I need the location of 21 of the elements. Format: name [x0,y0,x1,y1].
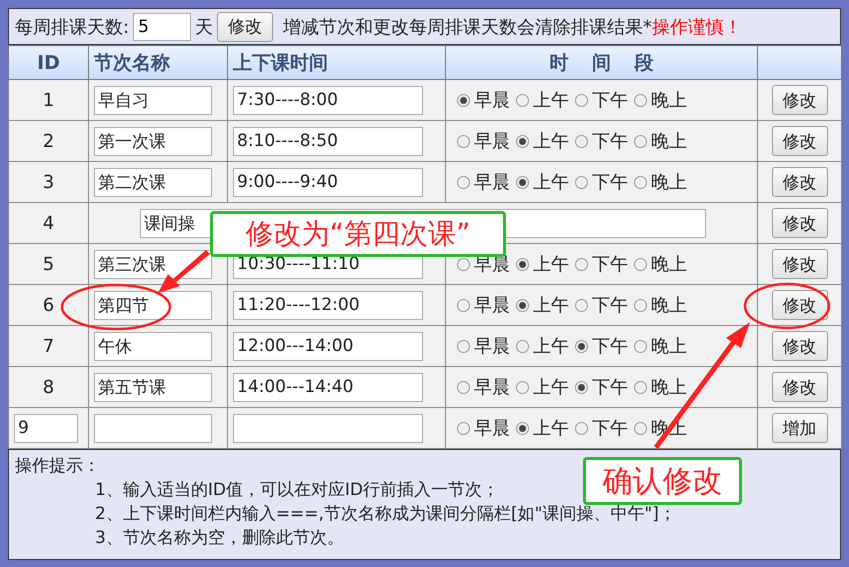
id-text: 4 [42,212,54,234]
column-header: 时 间 段 [446,46,758,80]
column-header: ID [8,46,88,80]
id-text: 1 [42,90,54,110]
id-text: 7 [42,336,54,356]
unit-label: 天 [195,16,214,38]
id-text: 8 [42,376,54,398]
id-text: 2 [42,130,54,152]
warning-text: 增减节次和更改每周排课天数会清除排课结果*操作谨慎！ [282,16,742,38]
days-label: 每周排课天数: [15,16,130,38]
annotation-tooltip: 修改为“第四次课” [210,211,506,257]
id-text: 6 [42,294,54,316]
column-header: 节次名称 [88,46,228,80]
tip-text: 2、上下课时间栏内输入===,节次名称成为课间分隔栏[如"课间操、中午"]； [94,503,676,526]
id-text: 3 [42,172,54,192]
tips-title: 操作提示： [15,455,100,478]
tip-text: 1、输入适当的ID值，可以在对应ID行前插入一节次； [94,479,500,502]
column-header: 上下课时间 [228,46,446,80]
annotation-tooltip: 确认修改 [583,457,742,505]
id-text: 5 [42,254,54,274]
tip-text: 3、节次名称为空，删除此节次。 [94,527,344,550]
